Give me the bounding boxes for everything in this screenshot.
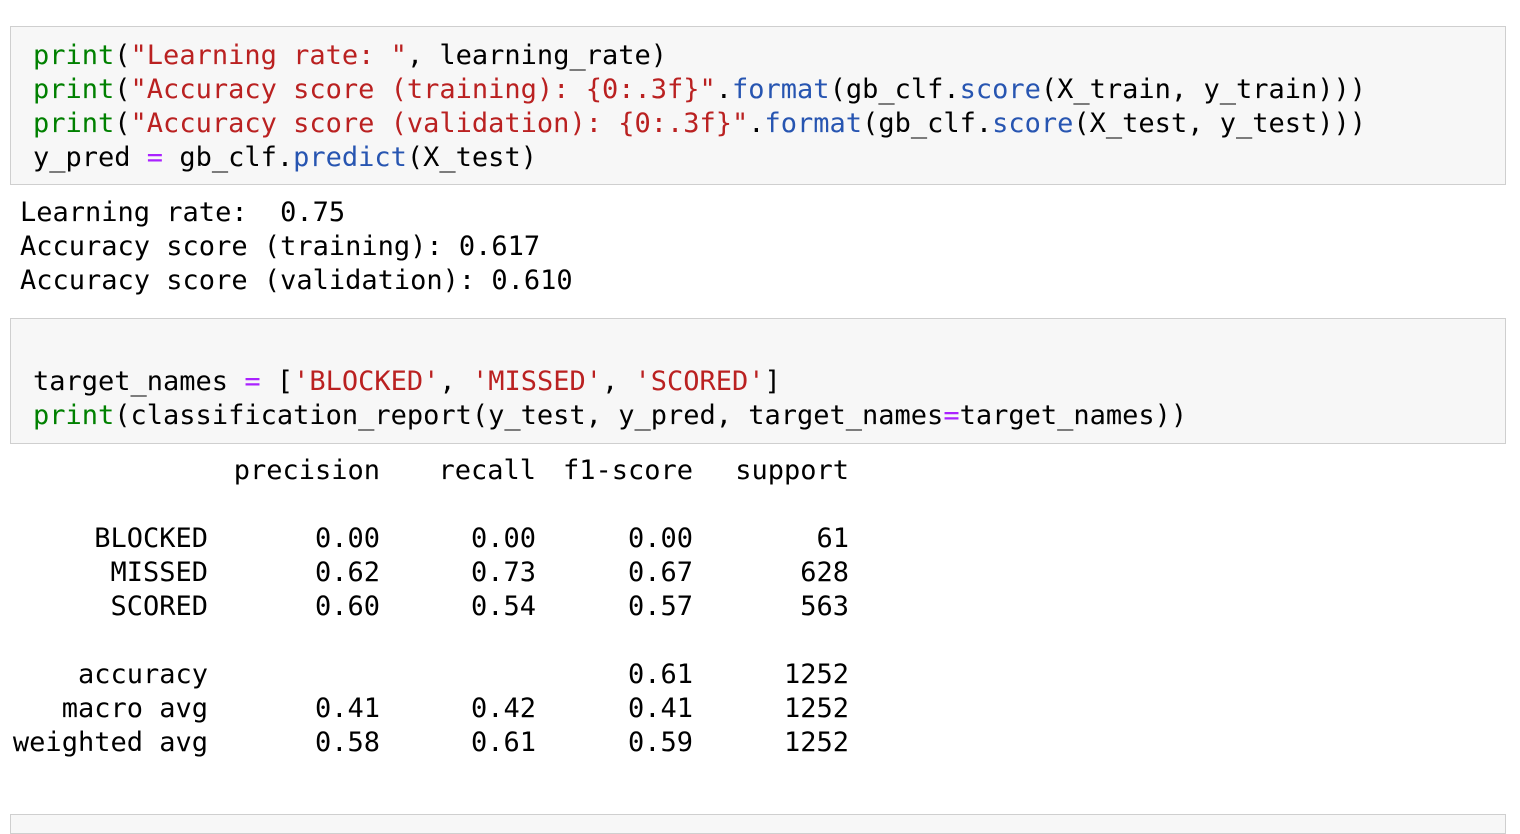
code-cell-1[interactable]: print("Learning rate: ", learning_rate) p…: [10, 26, 1506, 185]
code-token: format: [732, 74, 830, 105]
code-line[interactable]: print(classification_report(y_test, y_pr…: [33, 399, 1187, 433]
report-row-label: MISSED: [110, 557, 208, 588]
report-cell: 1252: [783, 659, 849, 690]
output-line: Learning rate: 0.75: [20, 197, 346, 228]
code-token: target_names)): [959, 400, 1188, 431]
report-cell: 0.54: [470, 591, 536, 622]
report-row-label: accuracy: [77, 659, 208, 690]
code-token: y_pred: [33, 142, 147, 173]
code-token: .: [715, 74, 733, 105]
report-cell: 563: [800, 591, 849, 622]
code-token: (X_test, y_test))): [1073, 108, 1367, 139]
code-token: =: [943, 400, 960, 431]
report-cell: 1252: [783, 727, 849, 758]
code-token: gb_clf.: [163, 142, 294, 173]
report-row-label: macro avg: [61, 693, 208, 724]
code-line[interactable]: target_names = ['BLOCKED', 'MISSED', 'SC…: [33, 365, 781, 399]
report-cell: 0.57: [627, 591, 693, 622]
code-line[interactable]: print("Learning rate: ", learning_rate): [33, 39, 667, 73]
code-token: score: [959, 74, 1041, 105]
report-cell: 0.00: [470, 523, 536, 554]
code-cell-3[interactable]: [10, 814, 1506, 834]
code-token: target_names: [33, 366, 245, 397]
code-token: ]: [764, 366, 781, 397]
code-token: "Learning rate: ": [130, 40, 407, 71]
report-header: f1-score: [562, 455, 693, 486]
code-token: (: [114, 74, 131, 105]
code-token: (gb_clf.: [862, 108, 993, 139]
output-line: Accuracy score (training): 0.617: [20, 231, 541, 262]
report-cell: 0.58: [314, 727, 380, 758]
code-token: (classification_report(y_test, y_pred, t…: [114, 400, 944, 431]
code-line[interactable]: print("Accuracy score (validation): {0:.…: [33, 107, 1366, 141]
code-token: predict: [293, 142, 407, 173]
report-cell: 0.62: [314, 557, 380, 588]
code-token: (X_test): [406, 142, 537, 173]
report-cell: 61: [816, 523, 849, 554]
report-cell: 0.42: [470, 693, 536, 724]
report-cell: 0.59: [627, 727, 693, 758]
code-line[interactable]: y_pred = gb_clf.predict(X_test): [33, 141, 537, 175]
code-token: "Accuracy score (validation): {0:.3f}": [130, 108, 749, 139]
code-token: (X_train, y_train))): [1040, 74, 1366, 105]
code-token: [: [260, 366, 294, 397]
code-token: (: [114, 108, 131, 139]
code-token: =: [244, 366, 261, 397]
code-token: (gb_clf.: [829, 74, 960, 105]
report-cell: 0.67: [627, 557, 693, 588]
classification-report-output: precision recall f1-score support BLOCKED 0.0…: [13, 454, 900, 764]
code-token: (: [114, 40, 131, 71]
report-cell: 0.00: [314, 523, 380, 554]
report-header: recall: [438, 455, 536, 486]
code-token: .: [748, 108, 765, 139]
report-cell: 0.61: [627, 659, 693, 690]
report-cell: 0.73: [470, 557, 536, 588]
report-header: support: [735, 455, 849, 486]
code-cell-2[interactable]: target_names = ['BLOCKED', 'MISSED', 'SC…: [10, 318, 1506, 444]
code-token: score: [992, 108, 1074, 139]
code-token: print: [33, 40, 115, 71]
code-token: ,: [601, 366, 635, 397]
code-token: "Accuracy score (training): {0:.3f}": [130, 74, 716, 105]
code-token: ,: [439, 366, 472, 397]
code-token: =: [146, 142, 164, 173]
output-line: Accuracy score (validation): 0.610: [20, 265, 573, 296]
report-cell: 0.41: [627, 693, 693, 724]
report-cell: 0.60: [314, 591, 380, 622]
report-header: precision: [233, 455, 380, 486]
code-token: print: [33, 400, 115, 431]
code-line[interactable]: print("Accuracy score (training): {0:.3f…: [33, 73, 1366, 107]
code-token: 'MISSED': [471, 366, 602, 397]
report-cell: 1252: [783, 693, 849, 724]
code-token: 'BLOCKED': [293, 366, 440, 397]
code-token: format: [764, 108, 863, 139]
report-row-label: BLOCKED: [94, 523, 208, 554]
code-token: print: [33, 74, 115, 105]
code-token: print: [33, 108, 115, 139]
report-row-label: SCORED: [110, 591, 208, 622]
report-row-label: weighted avg: [12, 727, 208, 758]
report-cell: 0.00: [627, 523, 693, 554]
report-cell: 628: [800, 557, 849, 588]
code-token: 'SCORED': [634, 366, 765, 397]
code-token: , learning_rate): [406, 40, 667, 71]
report-cell: 0.41: [314, 693, 380, 724]
report-cell: 0.61: [470, 727, 536, 758]
